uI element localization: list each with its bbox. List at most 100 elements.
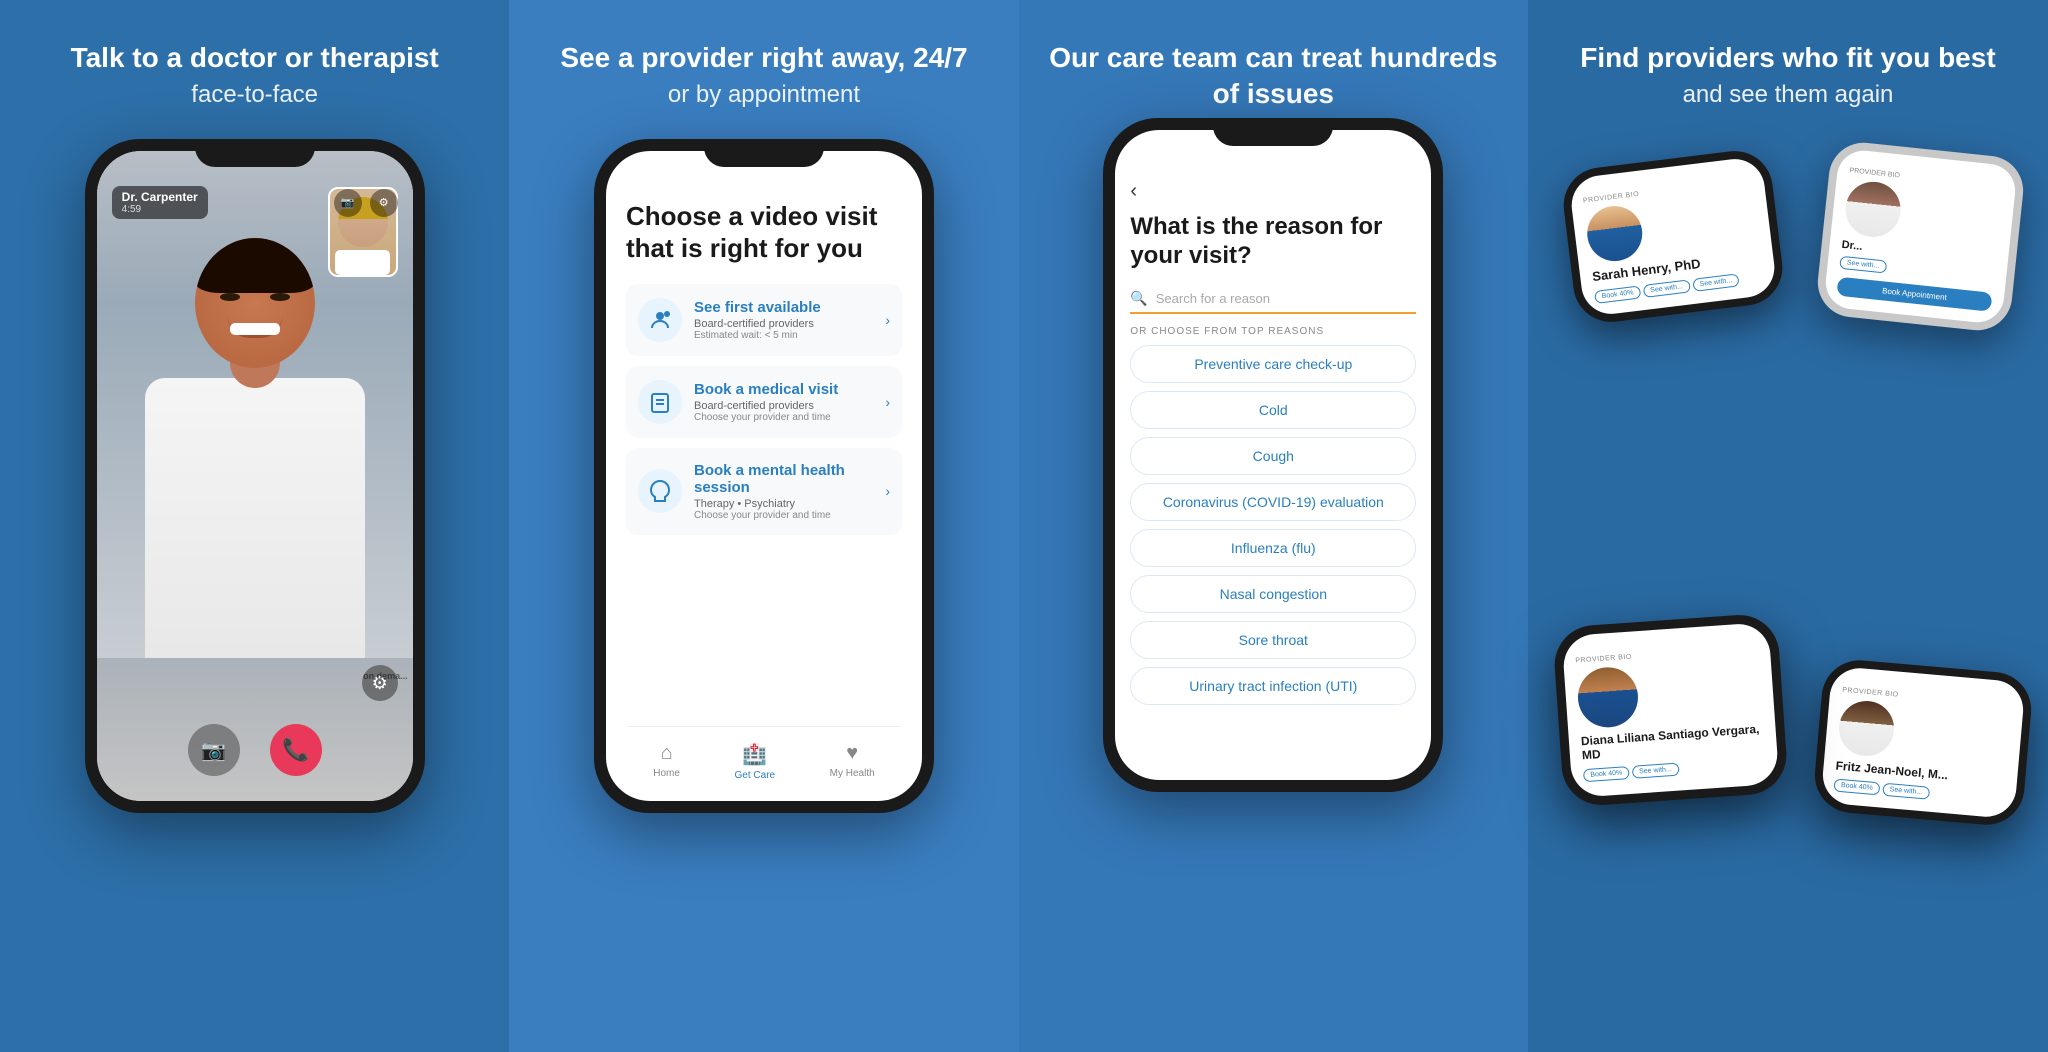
visit-reason-title: What is the reason for your visit? (1130, 213, 1416, 271)
book-mental-health-text: Book a mental health session Therapy • P… (694, 462, 873, 521)
panel-4-title: Find providers who fit you best (1580, 40, 1995, 76)
get-care-icon: 🏥 (742, 742, 767, 767)
option-1-title: See first available (694, 299, 873, 316)
call-action-icons: 📷 ⚙ (334, 189, 398, 217)
back-button[interactable]: ‹ (1130, 180, 1416, 203)
bottom-navigation: ⌂ Home 🏥 Get Care ♥ My Health (626, 726, 902, 781)
book-mental-health-icon (638, 469, 682, 513)
reason-cold[interactable]: Cold (1130, 391, 1416, 429)
my-health-icon: ♥ (846, 742, 858, 765)
call-controls: 📷 📞 (97, 724, 413, 776)
phone-screen-1: Dr. Carpenter 4:59 📷 ⚙ ⚙ (97, 151, 413, 801)
back-right-avatar (1843, 180, 1903, 240)
doctor-coat (145, 378, 365, 658)
nav-home[interactable]: ⌂ Home (653, 742, 680, 781)
chevron-icon-2: › (885, 394, 890, 410)
chevron-icon-3: › (885, 483, 890, 499)
settings-icon-btn[interactable]: ⚙ (370, 189, 398, 217)
visit-reason-content: ‹ What is the reason for your visit? 🔍 S… (1115, 130, 1431, 780)
option-3-desc1: Therapy • Psychiatry (694, 498, 873, 510)
reason-flu[interactable]: Influenza (flu) (1130, 529, 1416, 567)
diana-screen: Provider Bio Diana Liliana Santiago Verg… (1562, 622, 1780, 798)
sarah-tag-2: See with... (1643, 279, 1691, 298)
search-placeholder: Search for a reason (1156, 291, 1270, 306)
phone-fritz: Provider Bio Fritz Jean-Noel, M... Book … (1812, 657, 2035, 828)
choose-visit-content: Choose a video visit that is right for y… (606, 151, 922, 801)
panel-2-title: See a provider right away, 24/7 (560, 40, 967, 76)
phone-back-right: Provider Bio Dr... See with... Book Appo… (1814, 140, 2026, 334)
search-icon: 🔍 (1130, 290, 1147, 307)
sarah-tag-1: Book 40% (1594, 285, 1641, 303)
panel-4-subtitle: and see them again (1683, 81, 1894, 109)
camera-btn[interactable]: 📷 (188, 724, 240, 776)
visit-option-1[interactable]: See first available Board-certified prov… (626, 284, 902, 356)
video-icon-btn[interactable]: 📷 (334, 189, 362, 217)
diana-badge: Provider Bio (1575, 644, 1758, 664)
panel-choose-visit: See a provider right away, 24/7 or by ap… (509, 0, 1018, 1052)
phone-diana: Provider Bio Diana Liliana Santiago Verg… (1552, 612, 1789, 807)
nav-home-label: Home (653, 768, 680, 779)
option-1-desc2: Estimated wait: < 5 min (694, 330, 873, 341)
fritz-tag-1: Book 40% (1833, 779, 1880, 796)
see-first-available-icon (638, 298, 682, 342)
panel-visit-reason: Our care team can treat hundreds of issu… (1019, 0, 1528, 1052)
panel-3-title: Our care team can treat hundreds of issu… (1049, 40, 1498, 113)
nav-my-health-label: My Health (830, 768, 875, 779)
book-medical-icon (638, 380, 682, 424)
panel-find-providers: Find providers who fit you best and see … (1528, 0, 2048, 1052)
choose-visit-title: Choose a video visit that is right for y… (626, 201, 902, 263)
reason-nasal[interactable]: Nasal congestion (1130, 575, 1416, 613)
end-call-btn[interactable]: 📞 (270, 724, 322, 776)
sarah-tag-3: See with... (1692, 273, 1740, 292)
on-demand-watermark: on dema... (363, 671, 408, 681)
top-reasons-label: OR CHOOSE FROM TOP REASONS (1130, 326, 1416, 337)
diana-avatar (1576, 665, 1640, 729)
pip-coat (335, 250, 390, 275)
phone-screen-2: Choose a video visit that is right for y… (606, 151, 922, 801)
option-3-desc2: Choose your provider and time (694, 510, 873, 521)
phone-screen-3: ‹ What is the reason for your visit? 🔍 S… (1115, 130, 1431, 780)
reason-preventive-care[interactable]: Preventive care check-up (1130, 345, 1416, 383)
call-top-bar: Dr. Carpenter 4:59 📷 ⚙ (97, 186, 413, 219)
doctor-info-badge: Dr. Carpenter 4:59 (112, 186, 208, 219)
option-3-title: Book a mental health session (694, 462, 873, 496)
nav-get-care[interactable]: 🏥 Get Care (735, 742, 776, 781)
visit-option-3[interactable]: Book a mental health session Therapy • P… (626, 448, 902, 535)
sarah-avatar (1584, 203, 1645, 264)
panel-1-title: Talk to a doctor or therapist (71, 40, 439, 76)
reason-cough[interactable]: Cough (1130, 437, 1416, 475)
search-bar[interactable]: 🔍 Search for a reason (1130, 285, 1416, 314)
reason-sore-throat[interactable]: Sore throat (1130, 621, 1416, 659)
reason-covid[interactable]: Coronavirus (COVID-19) evaluation (1130, 483, 1416, 521)
phone-notch-2 (704, 139, 824, 167)
reason-uti[interactable]: Urinary tract infection (UTI) (1130, 667, 1416, 705)
sarah-badge: Provider Bio (1583, 177, 1753, 205)
doctor-face (195, 238, 315, 368)
video-call-screen: Dr. Carpenter 4:59 📷 ⚙ ⚙ (97, 151, 413, 801)
diana-tag-2: See with... (1632, 762, 1679, 778)
chevron-icon-1: › (885, 312, 890, 328)
phone-notch-1 (195, 139, 315, 167)
option-2-title: Book a medical visit (694, 381, 873, 398)
panel-video-call: Talk to a doctor or therapist face-to-fa… (0, 0, 509, 1052)
option-2-desc1: Board-certified providers (694, 400, 873, 412)
back-right-tag: See with... (1839, 256, 1887, 274)
book-medical-text: Book a medical visit Board-certified pro… (694, 381, 873, 423)
nav-my-health[interactable]: ♥ My Health (830, 742, 875, 781)
nav-get-care-label: Get Care (735, 770, 776, 781)
call-timer: 4:59 (122, 204, 198, 215)
sarah-screen: Provider Bio Sarah Henry, PhD Book 40% S… (1568, 156, 1777, 317)
visit-option-2[interactable]: Book a medical visit Board-certified pro… (626, 366, 902, 438)
fritz-avatar (1837, 699, 1897, 759)
fritz-screen: Provider Bio Fritz Jean-Noel, M... Book … (1820, 666, 2025, 820)
phone-frame-3: ‹ What is the reason for your visit? 🔍 S… (1103, 118, 1443, 792)
phone-frame-2: Choose a video visit that is right for y… (594, 139, 934, 813)
fritz-tag-2: See with... (1882, 783, 1930, 800)
doctor-teeth (230, 323, 280, 335)
phone-notch-3 (1213, 118, 1333, 146)
back-right-screen: Provider Bio Dr... See with... Book Appo… (1823, 148, 2018, 325)
doctor-eye-left (220, 293, 240, 301)
phone-frame-1: Dr. Carpenter 4:59 📷 ⚙ ⚙ (85, 139, 425, 813)
home-icon: ⌂ (661, 742, 673, 765)
option-1-desc1: Board-certified providers (694, 318, 873, 330)
